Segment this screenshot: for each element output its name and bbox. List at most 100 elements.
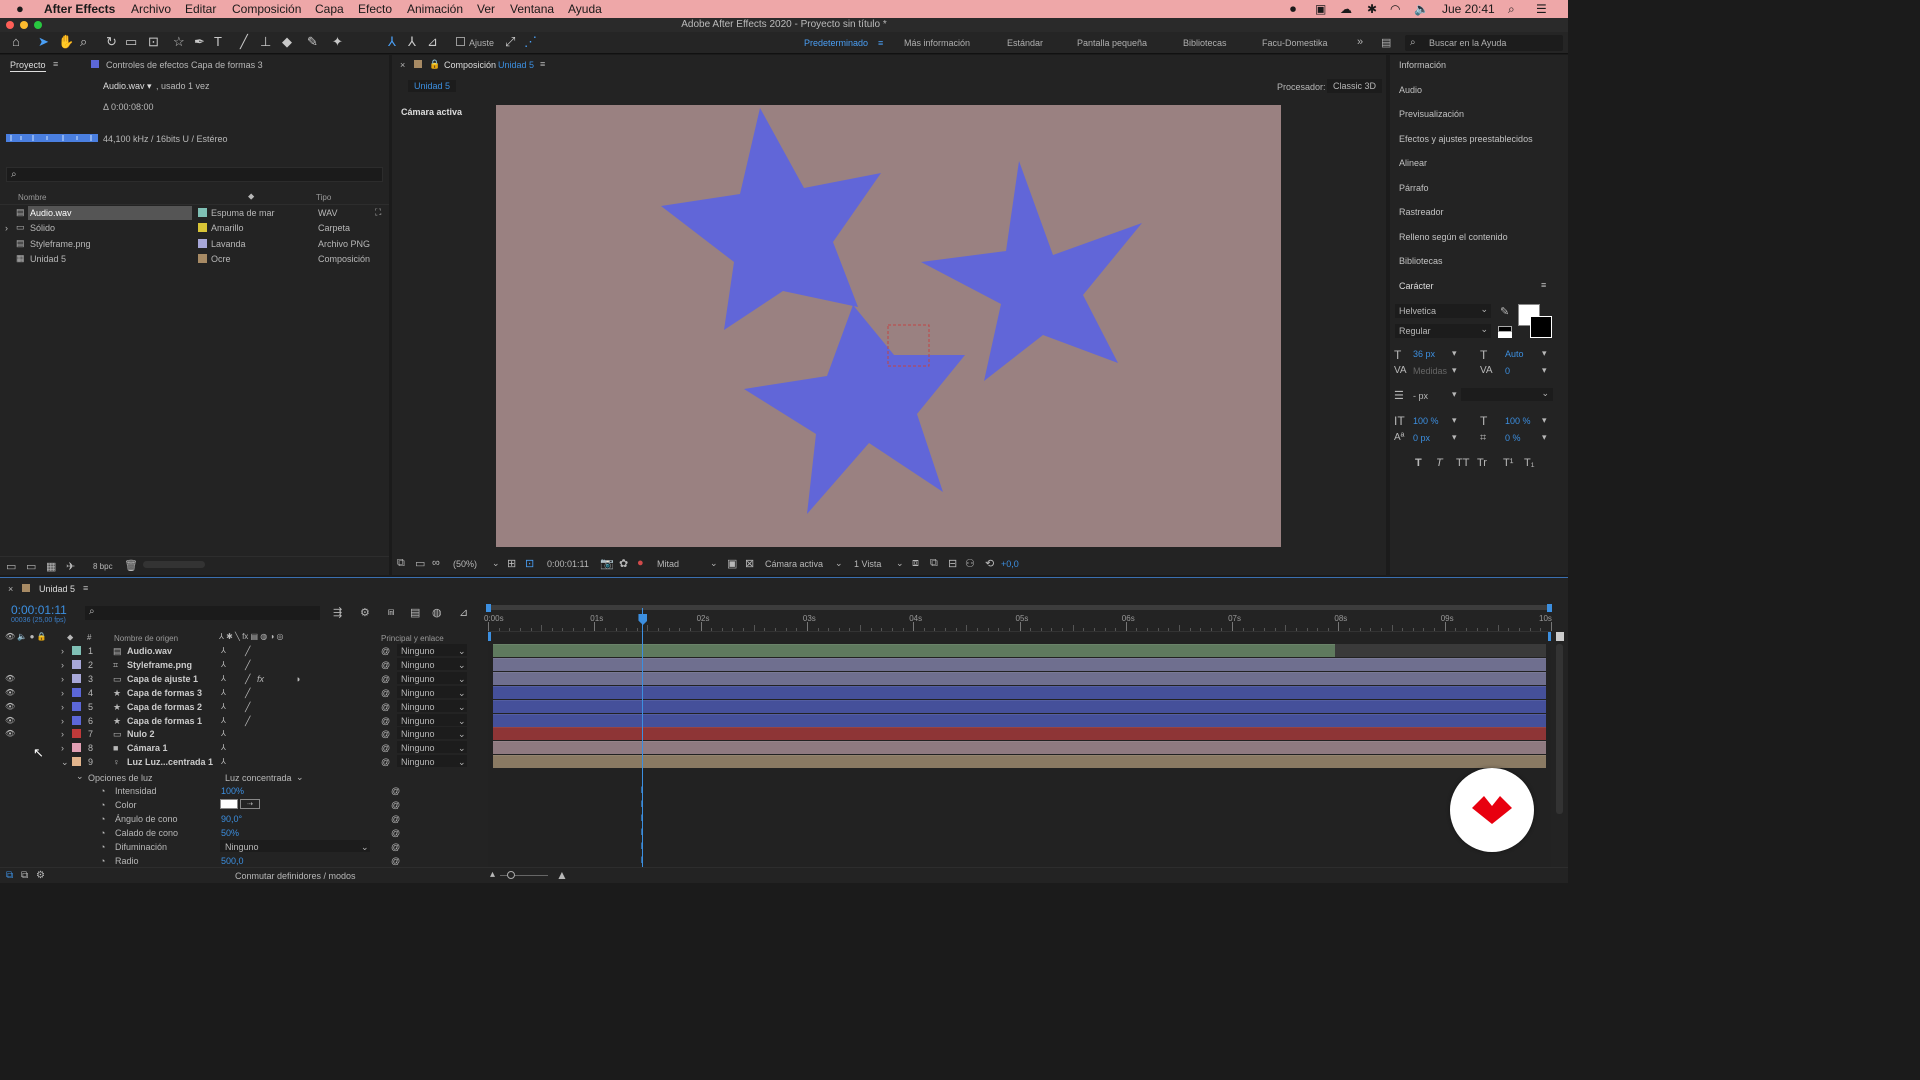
- label-swatch[interactable]: [198, 208, 207, 217]
- comp-subtab[interactable]: Unidad 5: [408, 80, 457, 92]
- pick-whip-icon[interactable]: @: [381, 743, 390, 753]
- character-panel-title[interactable]: Carácter: [1399, 281, 1434, 291]
- home-icon[interactable]: ⌂: [12, 35, 20, 49]
- timeline-layer-row[interactable]: 👁 › 5 ★ Capa de formas 2 ⅄ ╱ @ Ninguno ⌄: [0, 699, 1568, 714]
- shape-tool-icon[interactable]: ☆: [173, 35, 185, 49]
- zoom-tool-icon[interactable]: ⌕: [80, 35, 87, 49]
- composition-viewer[interactable]: [496, 105, 1281, 547]
- project-item[interactable]: ▦ Unidad 5 Ocre Composición: [0, 252, 389, 266]
- layer-name[interactable]: Capa de ajuste 1: [127, 674, 198, 684]
- expression-icon[interactable]: @: [391, 786, 400, 796]
- property-value[interactable]: 500,0: [221, 856, 244, 866]
- shy-switch-icon[interactable]: ⅄: [221, 743, 226, 752]
- chevron-down-icon[interactable]: ⌄: [458, 688, 466, 699]
- bluetooth-icon[interactable]: ✱: [1367, 2, 1377, 16]
- panel-rastreador[interactable]: Rastreador: [1399, 207, 1444, 217]
- layer-duration-bar[interactable]: [493, 755, 1546, 769]
- layer-name[interactable]: Styleframe.png: [127, 660, 192, 670]
- shy-switch-icon[interactable]: ⅄: [221, 757, 226, 766]
- expression-icon[interactable]: @: [391, 800, 400, 810]
- layer-duration-bar[interactable]: [493, 727, 1546, 741]
- in-out-icon[interactable]: ⚙: [36, 870, 45, 881]
- label-swatch[interactable]: [198, 239, 207, 248]
- vertical-scale-value[interactable]: 100 %: [1413, 416, 1439, 426]
- zoom-out-icon[interactable]: ▴: [490, 869, 495, 880]
- wifi-icon[interactable]: ◠: [1390, 2, 1400, 16]
- all-caps-button[interactable]: TT: [1456, 457, 1469, 469]
- chevron-down-icon[interactable]: ▾: [1542, 415, 1547, 426]
- menu-animacion[interactable]: Animación: [407, 2, 463, 16]
- vr-icon[interactable]: ∞: [432, 557, 440, 569]
- column-type-header[interactable]: Tipo: [316, 193, 331, 202]
- workspace-menu-icon[interactable]: ≡: [878, 38, 883, 48]
- volume-icon[interactable]: 🔈: [1414, 2, 1429, 16]
- timeline-layer-row[interactable]: 👁 › 4 ★ Capa de formas 3 ⅄ ╱ @ Ninguno ⌄: [0, 685, 1568, 700]
- more-workspaces-icon[interactable]: »: [1357, 36, 1363, 48]
- color-eyedropper-icon[interactable]: ⇢: [240, 798, 260, 809]
- font-style-select[interactable]: Regular ⌄: [1395, 324, 1491, 338]
- light-property-row[interactable]: ◔Calado de cono50%@I: [0, 826, 1568, 840]
- layer-switches-icon[interactable]: ⧉: [6, 870, 13, 881]
- expression-icon[interactable]: @: [391, 842, 400, 852]
- shy-layers-icon[interactable]: ⩎: [388, 606, 394, 619]
- property-value[interactable]: 90,0°: [221, 814, 242, 824]
- layer-name[interactable]: Capa de formas 3: [127, 688, 202, 698]
- snap-options-icon[interactable]: ⤢: [505, 35, 515, 49]
- parent-select[interactable]: Ninguno: [397, 755, 467, 768]
- stroke-width-value[interactable]: - px: [1413, 391, 1428, 401]
- puppet-tool-icon[interactable]: ✦: [332, 35, 343, 49]
- timeline-layer-row[interactable]: › 8 ■ Cámara 1 ⅄ @ Ninguno ⌄: [0, 741, 1568, 755]
- light-property-row[interactable]: ◔Radio500,0@I: [0, 854, 1568, 868]
- project-item[interactable]: ▤ Styleframe.png Lavanda Archivo PNG: [0, 237, 389, 251]
- parent-select[interactable]: Ninguno: [397, 699, 467, 712]
- lock-icon[interactable]: 🔒: [429, 59, 440, 70]
- camera-dropdown-icon[interactable]: ⌄: [835, 558, 843, 569]
- project-menu-icon[interactable]: ≡: [53, 59, 58, 69]
- label-swatch[interactable]: [198, 223, 207, 232]
- timeline-layer-row[interactable]: 👁 › 7 ▭ Nulo 2 ⅄ @ Ninguno ⌄: [0, 727, 1568, 741]
- shy-switch-icon[interactable]: ⅄: [221, 688, 226, 697]
- leading-value[interactable]: Auto: [1505, 349, 1524, 359]
- subscript-button[interactable]: T₁: [1524, 457, 1534, 469]
- menu-ver[interactable]: Ver: [477, 2, 495, 16]
- record-icon[interactable]: ⏺: [1290, 2, 1296, 17]
- property-value[interactable]: 50%: [221, 828, 239, 838]
- expand-arrow-icon[interactable]: ›: [61, 688, 64, 698]
- label-header-icon[interactable]: ⬥: [67, 632, 73, 643]
- project-item[interactable]: › ▭ Sólido Amarillo Carpeta: [0, 221, 389, 235]
- timeline-search-input[interactable]: ⌕: [85, 606, 320, 620]
- resolution-dropdown-icon[interactable]: ⌄: [710, 558, 718, 569]
- layer-duration-bar[interactable]: [493, 699, 1546, 713]
- light-property-row[interactable]: ◔Color⇢@I: [0, 798, 1568, 812]
- layer-duration-bar[interactable]: [493, 741, 1546, 755]
- quality-switch-icon[interactable]: ╱: [245, 688, 250, 699]
- chevron-down-icon[interactable]: ⌄: [458, 716, 466, 727]
- close-tab-icon[interactable]: ×: [400, 60, 405, 70]
- panel-efectos-ajustes[interactable]: Efectos y ajustes preestablecidos: [1399, 134, 1533, 144]
- layer-name[interactable]: Nulo 2: [127, 729, 155, 739]
- pick-whip-icon[interactable]: @: [381, 702, 390, 712]
- panel-toggle-icon[interactable]: ▤: [1381, 36, 1391, 49]
- creative-cloud-icon[interactable]: ☁: [1340, 2, 1352, 16]
- draft-3d-icon[interactable]: ⚙: [360, 606, 370, 619]
- fx-switch-icon[interactable]: fx: [257, 674, 264, 684]
- horizontal-scale-value[interactable]: 100 %: [1505, 416, 1531, 426]
- source-name-header[interactable]: Nombre de origen: [114, 634, 178, 643]
- light-property-row[interactable]: ◔DifuminaciónNinguno⌄@I: [0, 839, 1568, 854]
- expand-arrow-icon[interactable]: ⌄: [61, 757, 69, 768]
- workspace-mas-informacion[interactable]: Más información: [904, 38, 970, 48]
- asset-name[interactable]: Audio.wav ▾: [103, 81, 152, 92]
- expand-arrow-icon[interactable]: ›: [61, 729, 64, 739]
- help-search-input[interactable]: ⌕ Buscar en la Ayuda: [1405, 35, 1563, 51]
- work-area-start-handle[interactable]: [486, 604, 491, 612]
- panel-alinear[interactable]: Alinear: [1399, 158, 1427, 168]
- shy-switch-icon[interactable]: ⅄: [221, 660, 226, 669]
- eyedropper-icon[interactable]: ✎: [1500, 305, 1509, 318]
- toggle-pixel-icon[interactable]: ⧈: [912, 557, 919, 570]
- camera-tool-icon[interactable]: ▭: [125, 35, 137, 49]
- panel-audio[interactable]: Audio: [1399, 85, 1422, 95]
- parent-select[interactable]: Ninguno: [397, 671, 467, 684]
- parent-select[interactable]: Ninguno: [397, 644, 467, 656]
- timeline-scrollbar-top[interactable]: [1556, 632, 1564, 641]
- work-area-bar[interactable]: [488, 605, 1551, 610]
